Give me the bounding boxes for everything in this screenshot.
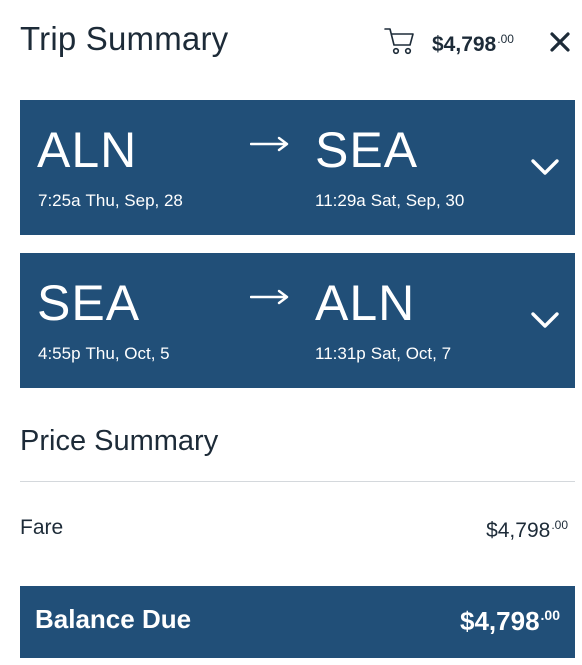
balance-amount: $4,798 [460, 606, 540, 636]
arrival-date: Sat, Oct, 7 [370, 344, 452, 363]
arrow-right-icon [250, 136, 289, 152]
arrival-time: 11:31p [315, 344, 366, 363]
destination-code: SEA [315, 122, 419, 178]
cart-total-cents: .00 [497, 32, 514, 46]
destination-code: ALN [315, 275, 416, 331]
origin-code: SEA [37, 275, 141, 331]
arrow-right-icon [250, 289, 289, 305]
balance-due-bar: Balance Due $4,798.00 [20, 586, 575, 658]
departure-time: 7:25a [38, 191, 81, 210]
arrival-info: 11:29a Sat, Sep, 30 [315, 191, 464, 211]
arrival-info: 11:31p Sat, Oct, 7 [315, 344, 451, 364]
fare-value: $4,798.00 [486, 518, 568, 543]
arrival-date: Sat, Sep, 30 [370, 191, 465, 210]
divider [20, 481, 575, 482]
price-summary-title: Price Summary [20, 425, 219, 457]
close-icon[interactable] [549, 31, 571, 53]
balance-due-label: Balance Due [35, 604, 192, 634]
balance-cents: .00 [540, 607, 560, 623]
cart-total: $4,798.00 [432, 32, 514, 57]
origin-code: ALN [37, 122, 138, 178]
departure-info: 4:55p Thu, Oct, 5 [38, 344, 170, 364]
fare-cents: .00 [551, 518, 568, 532]
departure-time: 4:55p [38, 344, 81, 363]
chevron-down-icon[interactable] [530, 158, 560, 176]
cart-total-amount: $4,798 [432, 33, 497, 56]
shopping-cart-icon[interactable] [384, 26, 416, 56]
trip-summary-header: Trip Summary $4,798.00 [20, 18, 575, 64]
flight-card-outbound[interactable]: ALN SEA 7:25a Thu, Sep, 28 11:29a Sat, Sep… [20, 100, 575, 235]
arrival-time: 11:29a [315, 191, 366, 210]
departure-date: Thu, Sep, 28 [85, 191, 183, 210]
fare-label: Fare [20, 516, 64, 539]
flight-card-return[interactable]: SEA ALN 4:55p Thu, Oct, 5 11:31p Sat, Oct,… [20, 253, 575, 388]
chevron-down-icon[interactable] [530, 311, 560, 329]
departure-info: 7:25a Thu, Sep, 28 [38, 191, 183, 211]
balance-due-value: $4,798.00 [460, 606, 560, 637]
fare-amount: $4,798 [486, 519, 551, 542]
departure-date: Thu, Oct, 5 [85, 344, 170, 363]
page-title: Trip Summary [20, 20, 229, 57]
